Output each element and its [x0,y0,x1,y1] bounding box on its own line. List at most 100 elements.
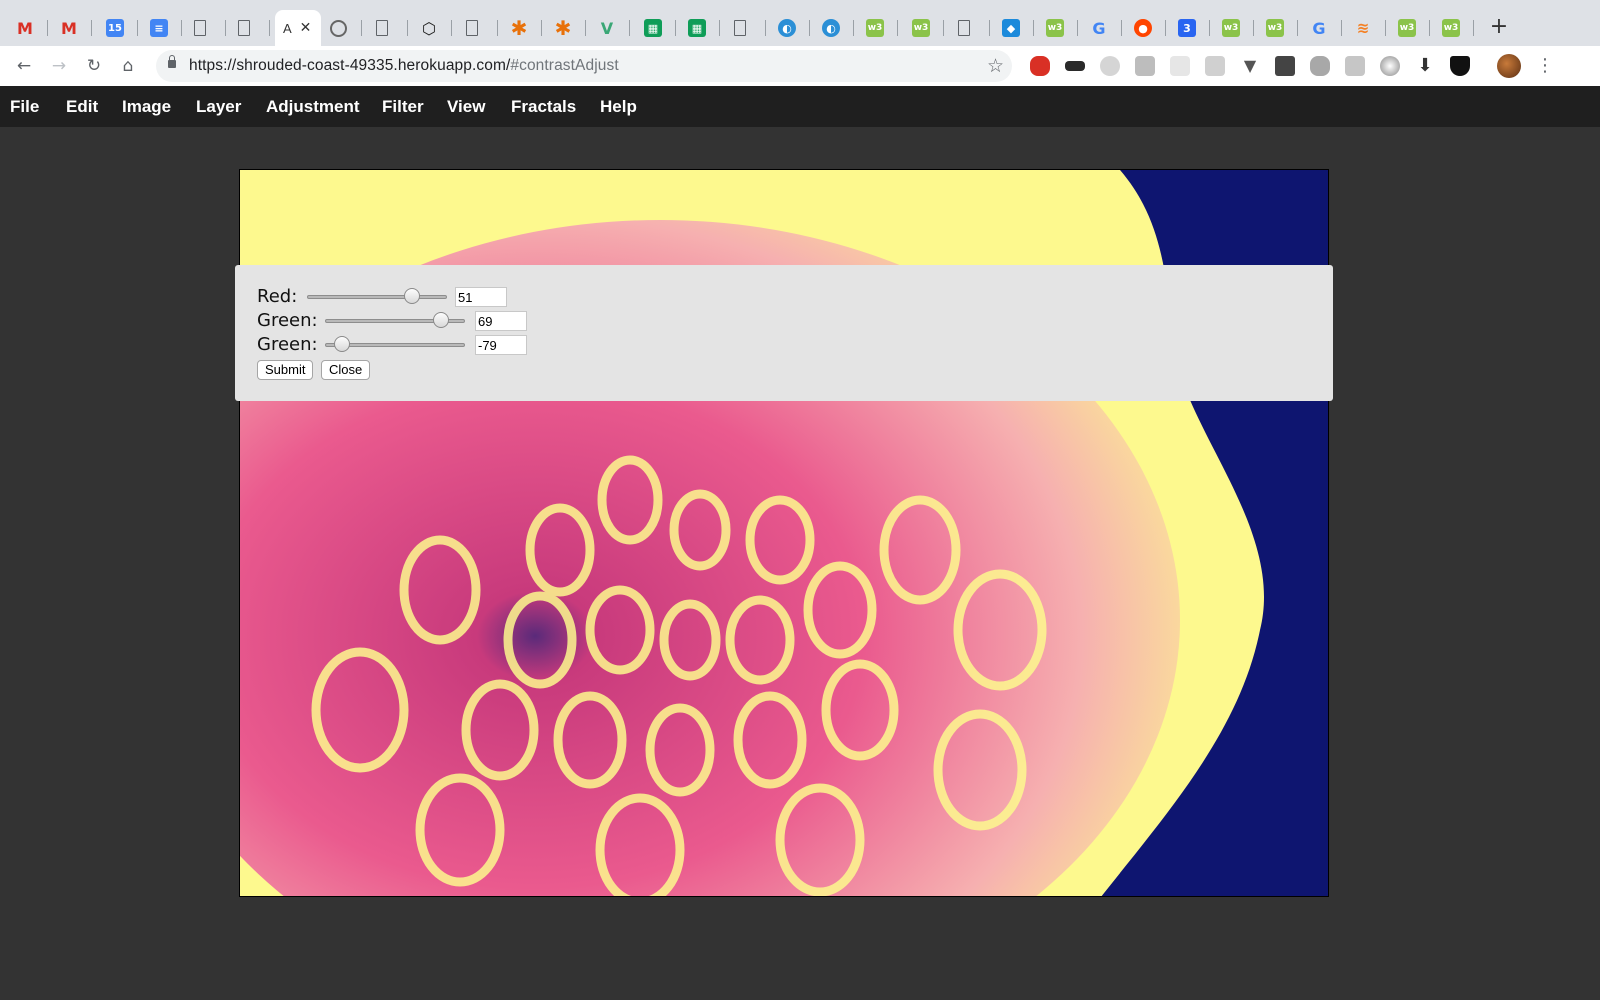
tab-calendar[interactable]: 15 [98,10,138,46]
shield-icon: ◐ [822,19,840,37]
tab-docs[interactable]: ≡ [142,10,182,46]
tab-codepen-green-5[interactable]: w3 [1258,10,1298,46]
tab-gmail-1[interactable]: M [8,10,48,46]
circle-icon[interactable] [1380,56,1400,76]
back-button[interactable]: ← [12,54,36,78]
tab-google-2[interactable]: G [1302,10,1342,46]
browser-menu-icon[interactable]: ⋮ [1536,54,1554,78]
tab-aperture[interactable] [322,10,362,46]
hand-icon[interactable] [1030,56,1050,76]
tab-active[interactable]: A ✕ [275,10,321,46]
tab-vue[interactable]: V [590,10,630,46]
close-button[interactable]: Close [321,360,371,380]
tab-bird[interactable]: ◆ [994,10,1034,46]
tab-reddit[interactable]: ● [1126,10,1166,46]
page-icon [958,20,970,36]
home-button[interactable]: ⌂ [116,54,140,78]
codepen-icon: ⬡ [422,18,436,38]
address-bar[interactable]: https://shrouded-coast-49335.herokuapp.c… [156,50,1012,82]
green-slider-2[interactable] [325,333,465,357]
page-icon [376,20,388,36]
tab-page-6[interactable] [950,10,990,46]
mask-icon[interactable] [1065,61,1085,71]
stackoverflow-icon: ≋ [1356,19,1370,37]
tab-page-1[interactable] [186,10,226,46]
tab-stackoverflow[interactable]: ≋ [1346,10,1386,46]
tab-codepen[interactable]: ⬡ [412,10,452,46]
codepen-green-icon: w3 [1398,19,1416,37]
tab-codepen-green-1[interactable]: w3 [858,10,898,46]
codepen-green-icon: w3 [866,19,884,37]
gmail-icon: M [61,18,77,38]
menu-fractals[interactable]: Fractals [511,86,576,127]
tab-page-5[interactable] [726,10,766,46]
green-slider[interactable] [325,309,465,333]
bird-icon: ◆ [1002,19,1020,37]
green-label-2: Green: [257,334,318,355]
tab-asterisk-2[interactable]: ✱ [546,10,586,46]
menu-layer[interactable]: Layer [196,86,241,127]
profile-avatar[interactable] [1497,54,1521,78]
tab-shield-1[interactable]: ◐ [770,10,810,46]
asterisk-icon: ✱ [510,16,528,40]
tab-codepen-green-2[interactable]: w3 [904,10,944,46]
page-icon [194,20,206,36]
green-value-input[interactable] [475,311,527,331]
fox-icon[interactable] [1310,56,1330,76]
menu-help[interactable]: Help [600,86,637,127]
vuejs-icon[interactable]: ▼ [1240,56,1260,76]
printer-icon[interactable] [1345,56,1365,76]
tab-codepen-green-3[interactable]: w3 [1038,10,1078,46]
menu-edit[interactable]: Edit [66,86,98,127]
codepen-green-icon: w3 [1442,19,1460,37]
tab-sheets-1[interactable]: ▦ [636,10,676,46]
box-icon[interactable] [1205,56,1225,76]
tab-asterisk-1[interactable]: ✱ [502,10,542,46]
red-slider[interactable] [307,285,447,309]
close-tab-icon[interactable]: ✕ [300,20,312,36]
tab-google-1[interactable]: G [1082,10,1122,46]
shield-icon[interactable] [1450,56,1470,76]
url-text[interactable]: https://shrouded-coast-49335.herokuapp.c… [189,50,619,82]
red-value-input[interactable] [455,287,507,307]
menu-view[interactable]: View [447,86,485,127]
slider-track [307,295,447,299]
tab-page-2[interactable] [230,10,270,46]
gmail-icon: M [17,18,33,38]
bulb-icon[interactable] [1275,56,1295,76]
tab-codepen-green-7[interactable]: w3 [1434,10,1474,46]
tab-css3[interactable]: 3 [1170,10,1210,46]
submit-button[interactable]: Submit [257,360,314,380]
page-icon [734,20,746,36]
slider-thumb[interactable] [433,312,450,328]
red-label: Red: [257,286,298,307]
tab-shield-2[interactable]: ◐ [814,10,854,46]
menu-filter[interactable]: Filter [382,86,424,127]
menu-image[interactable]: Image [122,86,171,127]
green-label: Green: [257,310,318,331]
docs-icon: ≡ [150,19,168,37]
google-icon: G [1312,18,1326,38]
tab-page-3[interactable] [368,10,408,46]
es-icon[interactable] [1135,56,1155,76]
tab-gmail-2[interactable]: M [52,10,92,46]
reload-button[interactable]: ↻ [82,54,106,78]
sheets-icon: ▦ [688,19,706,37]
tab-codepen-green-6[interactable]: w3 [1390,10,1430,46]
menu-file[interactable]: File [10,86,39,127]
forward-button[interactable]: → [47,54,71,78]
slider-thumb[interactable] [404,288,420,304]
tab-sheets-2[interactable]: ▦ [680,10,720,46]
new-tab-button[interactable]: + [1486,14,1512,40]
grid-icon[interactable] [1170,56,1190,76]
download-icon[interactable]: ⬇ [1415,56,1435,76]
green-value-input-2[interactable] [475,335,527,355]
tab-page-4[interactable] [458,10,498,46]
bookmark-star-icon[interactable]: ☆ [987,54,1004,78]
tag-icon[interactable] [1100,56,1120,76]
menu-adjustment[interactable]: Adjustment [266,86,360,127]
codepen-green-icon: w3 [1266,19,1284,37]
tab-title: A [283,20,292,36]
tab-codepen-green-4[interactable]: w3 [1214,10,1254,46]
slider-thumb[interactable] [333,336,350,352]
